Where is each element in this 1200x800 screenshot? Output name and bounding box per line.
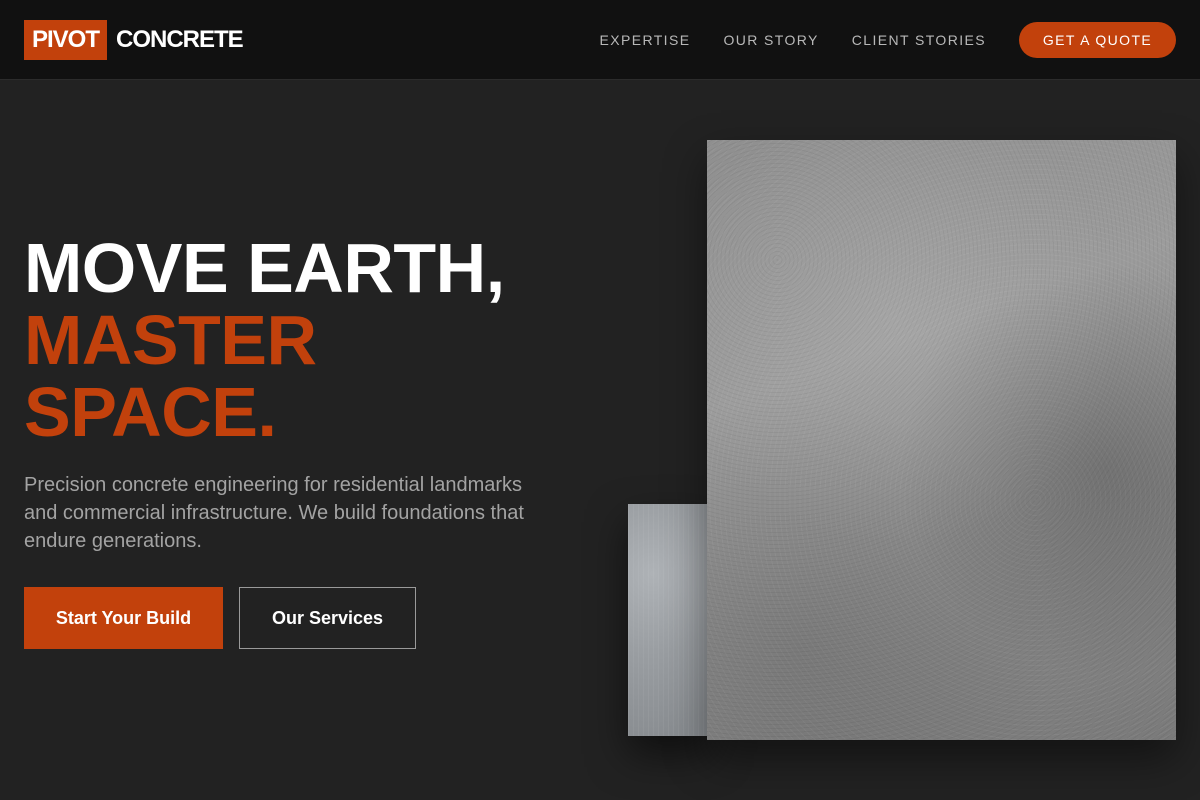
logo-mark: PIVOT (24, 20, 108, 60)
main-nav: EXPERTISE OUR STORY CLIENT STORIES GET A… (600, 0, 1176, 80)
hero-heading-line-2: MASTER (24, 301, 317, 379)
concrete-texture-image (707, 140, 1176, 740)
get-a-quote-button[interactable]: GET A QUOTE (1019, 22, 1176, 58)
hero-heading: MOVE EARTH, MASTER SPACE. (24, 232, 505, 448)
nav-link-expertise[interactable]: EXPERTISE (600, 32, 691, 48)
hero-subtitle: Precision concrete engineering for resid… (24, 474, 524, 552)
navbar: PIVOT CONCRETE EXPERTISE OUR STORY CLIEN… (0, 0, 1200, 80)
logo[interactable]: PIVOT CONCRETE (24, 20, 244, 60)
nav-link-client-stories[interactable]: CLIENT STORIES (852, 32, 986, 48)
nav-link-our-story[interactable]: OUR STORY (723, 32, 818, 48)
logo-wordmark: CONCRETE (116, 26, 244, 53)
start-your-build-button[interactable]: Start Your Build (24, 587, 223, 649)
our-services-button[interactable]: Our Services (239, 587, 416, 649)
hero-heading-line-3: SPACE. (24, 373, 277, 451)
hero-heading-line-1: MOVE EARTH, (24, 229, 505, 307)
concrete-wall-image (628, 504, 710, 736)
